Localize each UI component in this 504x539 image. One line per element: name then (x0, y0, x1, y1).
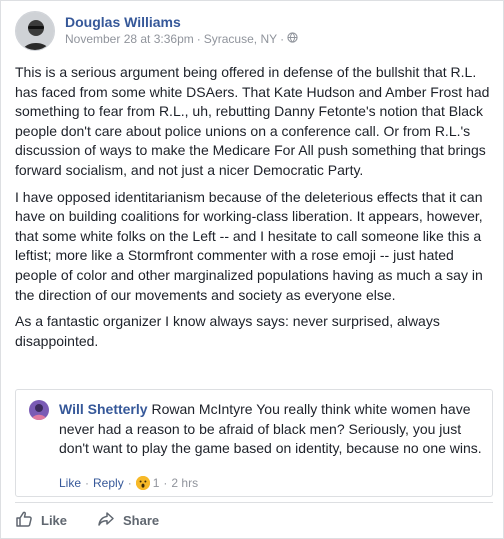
post-paragraph: As a fantastic organizer I know always s… (15, 313, 440, 349)
share-arrow-icon (97, 510, 115, 531)
subline-separator-2: · (280, 32, 285, 46)
comment-actions-sep: · (127, 476, 132, 490)
post-card: Douglas Williams November 28 at 3:36pm ·… (0, 0, 504, 539)
comment-reply-link[interactable]: Reply (93, 474, 124, 492)
post-location[interactable]: Syracuse, NY (204, 31, 277, 47)
post-actions-bar: Like Share (15, 507, 159, 533)
avatar-photo (16, 12, 54, 50)
post-subline: November 28 at 3:36pm · Syracuse, NY · (65, 31, 298, 47)
post-header: Douglas Williams November 28 at 3:36pm ·… (15, 11, 298, 55)
comment-actions-sep: · (85, 476, 90, 490)
post-paragraph: This is a serious argument being offered… (15, 64, 490, 178)
post-body: This is a serious argument being offered… (15, 63, 493, 358)
wow-reaction-icon[interactable] (135, 476, 150, 490)
comment-avatar[interactable] (29, 400, 49, 420)
post-paragraph: I have opposed identitarianism because o… (15, 188, 483, 303)
share-label: Share (123, 512, 160, 528)
comment-time[interactable]: 2 hrs (171, 474, 198, 492)
comment-actions: Like · Reply · 1 · 2 hrs (59, 474, 198, 492)
post-author-name[interactable]: Douglas Williams (65, 13, 298, 31)
comment-actions-sep: · (163, 476, 168, 490)
share-button[interactable]: Share (97, 510, 159, 531)
comment-text-block: Will Shetterly Rowan McIntyre You really… (59, 400, 483, 459)
like-label: Like (41, 512, 68, 528)
post-date[interactable]: November 28 at 3:36pm (65, 31, 194, 47)
comment-like-link[interactable]: Like (59, 474, 81, 492)
actions-divider (15, 502, 493, 503)
subline-separator: · (196, 32, 201, 46)
globe-icon (287, 31, 298, 47)
avatar[interactable] (15, 11, 55, 51)
comment-author-name[interactable]: Will Shetterly (59, 401, 148, 417)
like-button[interactable]: Like (15, 510, 67, 531)
thumbs-up-icon (15, 510, 33, 531)
comment-reaction-count[interactable]: 1 (153, 474, 160, 492)
